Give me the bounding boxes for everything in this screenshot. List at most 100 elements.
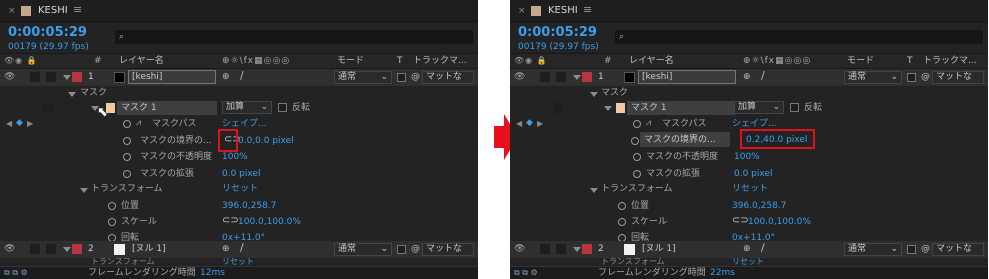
transform-reset[interactable]: リセット <box>222 183 258 195</box>
masks-twirl-icon[interactable] <box>590 92 598 97</box>
close-tab-icon[interactable]: × <box>518 5 526 17</box>
lock-toggle[interactable] <box>46 244 56 254</box>
label-color[interactable] <box>582 244 592 254</box>
timecode[interactable]: 0:00:05:29 <box>518 26 597 40</box>
stopwatch-icon[interactable] <box>108 202 116 210</box>
shy-switch-icon[interactable]: ⊕ <box>743 243 751 255</box>
mask-lock-toggle[interactable] <box>553 103 563 113</box>
eye-icon[interactable]: 👁 <box>4 243 15 255</box>
label-color[interactable] <box>72 72 82 82</box>
stopwatch-icon[interactable] <box>631 137 639 145</box>
tab-title[interactable]: KESHI <box>38 5 68 17</box>
search-input[interactable]: ⌕ <box>115 30 473 44</box>
mask-invert-checkbox[interactable] <box>278 103 287 112</box>
stopwatch-icon[interactable] <box>618 202 626 210</box>
solo-toggle[interactable] <box>30 72 40 82</box>
mask-mode-select[interactable]: 加算 ⌄ <box>734 101 784 114</box>
mask-name[interactable]: マスク 1 <box>631 102 667 114</box>
transform-reset-partial[interactable]: リセット <box>732 258 764 266</box>
prev-keyframe-icon[interactable]: ◀ <box>516 118 522 130</box>
label-color[interactable] <box>582 72 592 82</box>
transform-reset-partial[interactable]: リセット <box>222 258 254 266</box>
label-color[interactable] <box>72 244 82 254</box>
constrain-link-icon[interactable]: ⊂⊃ <box>222 215 239 227</box>
track-matte-select[interactable]: マットな <box>422 71 474 84</box>
graph-icon[interactable]: ⩘ <box>136 117 141 129</box>
solo-toggle[interactable] <box>540 72 550 82</box>
mask-twirl-icon[interactable] <box>604 106 612 111</box>
track-matte-select[interactable]: マットな <box>932 243 984 256</box>
eye-icon[interactable]: 👁 <box>4 71 15 83</box>
keyframe-icon[interactable]: ◆ <box>16 117 23 129</box>
layer-name[interactable]: [ヌル 1] <box>132 243 166 255</box>
mask-expansion-value[interactable]: 0.0 pixel <box>734 168 772 180</box>
layer-name-field[interactable]: [keshi] <box>128 70 216 84</box>
quality-switch-icon[interactable]: / <box>240 70 244 82</box>
mask-mode-select[interactable]: 加算 ⌄ <box>222 101 272 114</box>
lock-toggle[interactable] <box>556 244 566 254</box>
prev-keyframe-icon[interactable]: ◀ <box>6 118 12 130</box>
stopwatch-icon[interactable] <box>633 120 641 128</box>
shy-switch-icon[interactable]: ⊕ <box>743 71 751 83</box>
column-source-name[interactable]: レイヤー名 <box>629 55 674 67</box>
layer-row-1[interactable]: 👁 1 [keshi] ⊕ / 通常 ⌄ @ マットな <box>510 69 988 86</box>
matte-pickwhip-icon[interactable]: @ <box>921 243 930 255</box>
mask-color-swatch[interactable] <box>616 103 625 113</box>
blend-mode-select[interactable]: 通常 ⌄ <box>334 243 392 256</box>
mask-feather-value[interactable]: 0.0,0.0 pixel <box>238 135 294 147</box>
matte-pickwhip-icon[interactable]: @ <box>411 71 420 83</box>
transform-twirl-icon[interactable] <box>80 188 88 193</box>
eye-icon[interactable]: 👁 <box>514 71 525 83</box>
blend-mode-select[interactable]: 通常 ⌄ <box>844 71 902 84</box>
lock-toggle[interactable] <box>46 72 56 82</box>
track-matte-select[interactable]: マットな <box>932 71 984 84</box>
expand-twirl-icon[interactable] <box>573 75 581 80</box>
expand-twirl-icon[interactable] <box>573 247 581 252</box>
mask-expansion-value[interactable]: 0.0 pixel <box>222 168 260 180</box>
preserve-transparency-checkbox[interactable] <box>397 245 406 254</box>
column-mode[interactable]: モード <box>337 55 364 67</box>
stopwatch-icon[interactable] <box>618 218 626 226</box>
layer-row-2[interactable]: 👁 2 [ヌル 1] ⊕ / 通常 ⌄ @ マットな <box>0 241 478 258</box>
stopwatch-icon[interactable] <box>108 218 116 226</box>
stopwatch-icon[interactable] <box>633 170 641 178</box>
mask-invert-checkbox[interactable] <box>790 103 799 112</box>
mask-opacity-value[interactable]: 100% <box>222 151 248 163</box>
transform-twirl-icon[interactable] <box>590 188 598 193</box>
keyframe-icon[interactable]: ◆ <box>526 117 533 129</box>
mask-opacity-value[interactable]: 100% <box>734 151 760 163</box>
position-value[interactable]: 396.0,258.7 <box>222 200 276 212</box>
preserve-transparency-checkbox[interactable] <box>397 73 406 82</box>
solo-toggle[interactable] <box>30 244 40 254</box>
hamburger-icon[interactable]: ≡ <box>73 4 82 16</box>
mask-lock-toggle[interactable] <box>43 103 53 113</box>
blend-mode-select[interactable]: 通常 ⌄ <box>844 243 902 256</box>
matte-pickwhip-icon[interactable]: @ <box>921 71 930 83</box>
masks-twirl-icon[interactable] <box>68 92 76 97</box>
stopwatch-icon[interactable] <box>123 153 131 161</box>
column-mode[interactable]: モード <box>847 55 874 67</box>
stopwatch-icon[interactable] <box>633 153 641 161</box>
transform-reset[interactable]: リセット <box>732 183 768 195</box>
next-keyframe-icon[interactable]: ▶ <box>27 118 33 130</box>
scale-value[interactable]: 100.0,100.0% <box>238 216 301 228</box>
shy-switch-icon[interactable]: ⊕ <box>222 243 230 255</box>
tab-title[interactable]: KESHI <box>548 5 578 17</box>
stopwatch-icon[interactable] <box>123 170 131 178</box>
expand-twirl-icon[interactable] <box>63 247 71 252</box>
status-icons[interactable]: ⧉ ⧉ ⚙ <box>4 267 28 279</box>
mask-name[interactable]: マスク 1 <box>121 102 157 114</box>
solo-toggle[interactable] <box>540 244 550 254</box>
layer-row-1[interactable]: 👁 1 [keshi] ⊕ / 通常 ⌄ @ マットな <box>0 69 478 86</box>
quality-switch-icon[interactable]: / <box>240 242 244 254</box>
lock-toggle[interactable] <box>556 72 566 82</box>
column-track-matte[interactable]: トラックマ... <box>923 55 977 67</box>
timecode[interactable]: 0:00:05:29 <box>8 26 87 40</box>
search-input[interactable]: ⌕ <box>615 30 983 44</box>
close-tab-icon[interactable]: × <box>8 5 16 17</box>
column-track-matte[interactable]: トラックマ... <box>413 55 467 67</box>
constrain-link-icon[interactable]: ⊂⊃ <box>732 215 749 227</box>
preserve-transparency-checkbox[interactable] <box>907 73 916 82</box>
matte-pickwhip-icon[interactable]: @ <box>411 243 420 255</box>
graph-icon[interactable]: ⩘ <box>646 117 651 129</box>
